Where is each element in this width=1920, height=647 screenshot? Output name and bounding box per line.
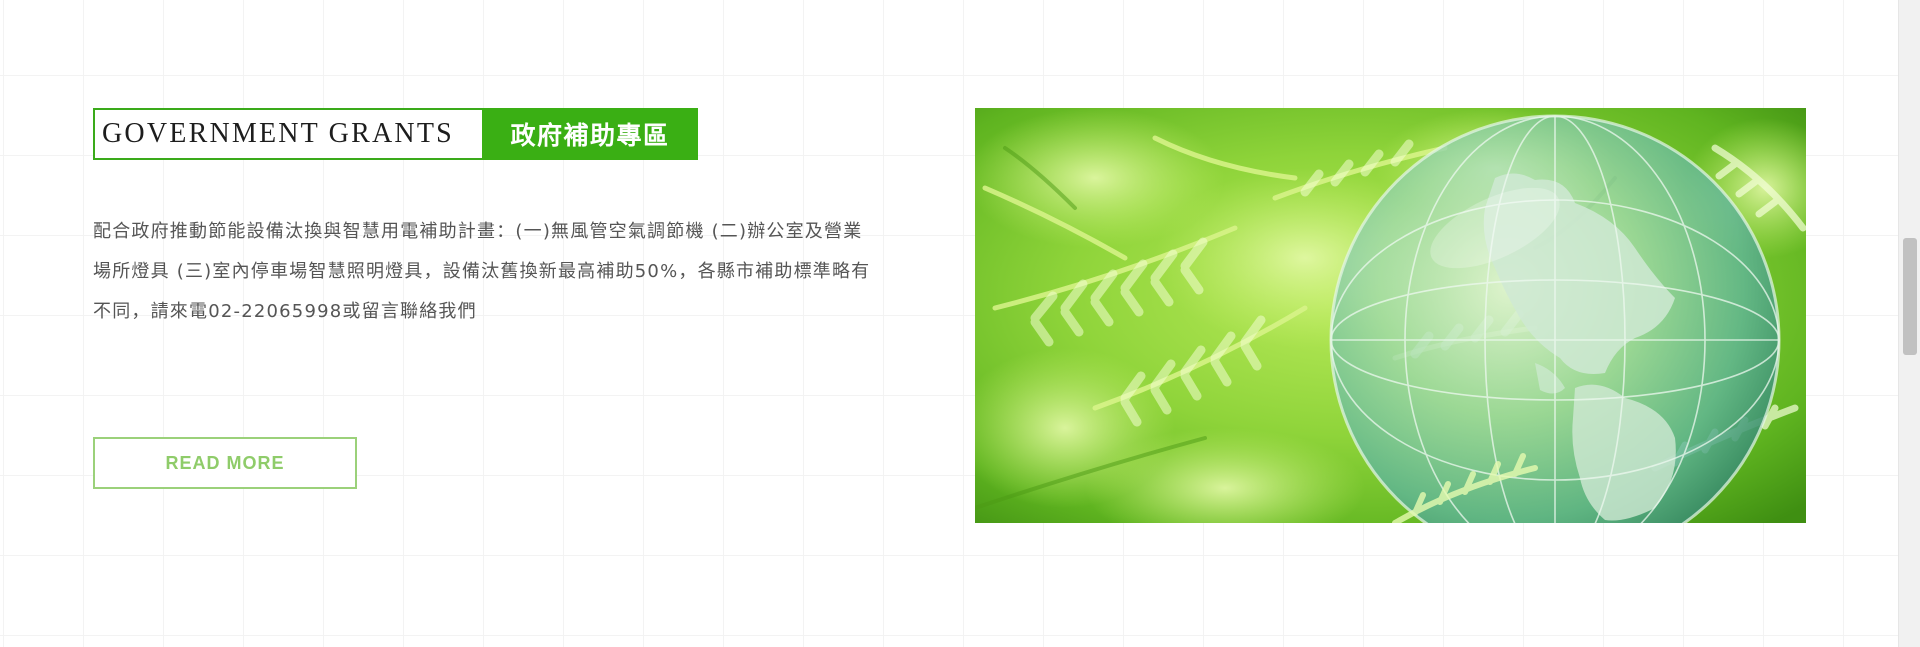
section-title-english: GOVERNMENT GRANTS (93, 108, 482, 160)
glass-globe-on-ferns-illustration (975, 108, 1806, 523)
government-grants-section: GOVERNMENT GRANTS 政府補助專區 配合政府推動節能設備汰換與智慧… (0, 0, 1898, 647)
section-description: 配合政府推動節能設備汰換與智慧用電補助計畫：(一)無風管空氣調節機 (二)辦公室… (93, 212, 925, 332)
description-line: 場所燈具 (三)室內停車場智慧照明燈具，設備汰舊換新最高補助50%，各縣市補助標… (93, 261, 871, 282)
description-line: 不同，請來電02-22065998或留言聯絡我們 (93, 301, 477, 322)
vertical-scrollbar[interactable] (1898, 0, 1920, 647)
section-title: GOVERNMENT GRANTS 政府補助專區 (93, 108, 698, 160)
glass-globe-image (975, 108, 1806, 523)
section-title-chinese: 政府補助專區 (482, 108, 698, 160)
description-line: 配合政府推動節能設備汰換與智慧用電補助計畫：(一)無風管空氣調節機 (二)辦公室… (93, 221, 863, 242)
read-more-button[interactable]: READ MORE (93, 437, 357, 489)
scrollbar-thumb[interactable] (1903, 238, 1917, 355)
